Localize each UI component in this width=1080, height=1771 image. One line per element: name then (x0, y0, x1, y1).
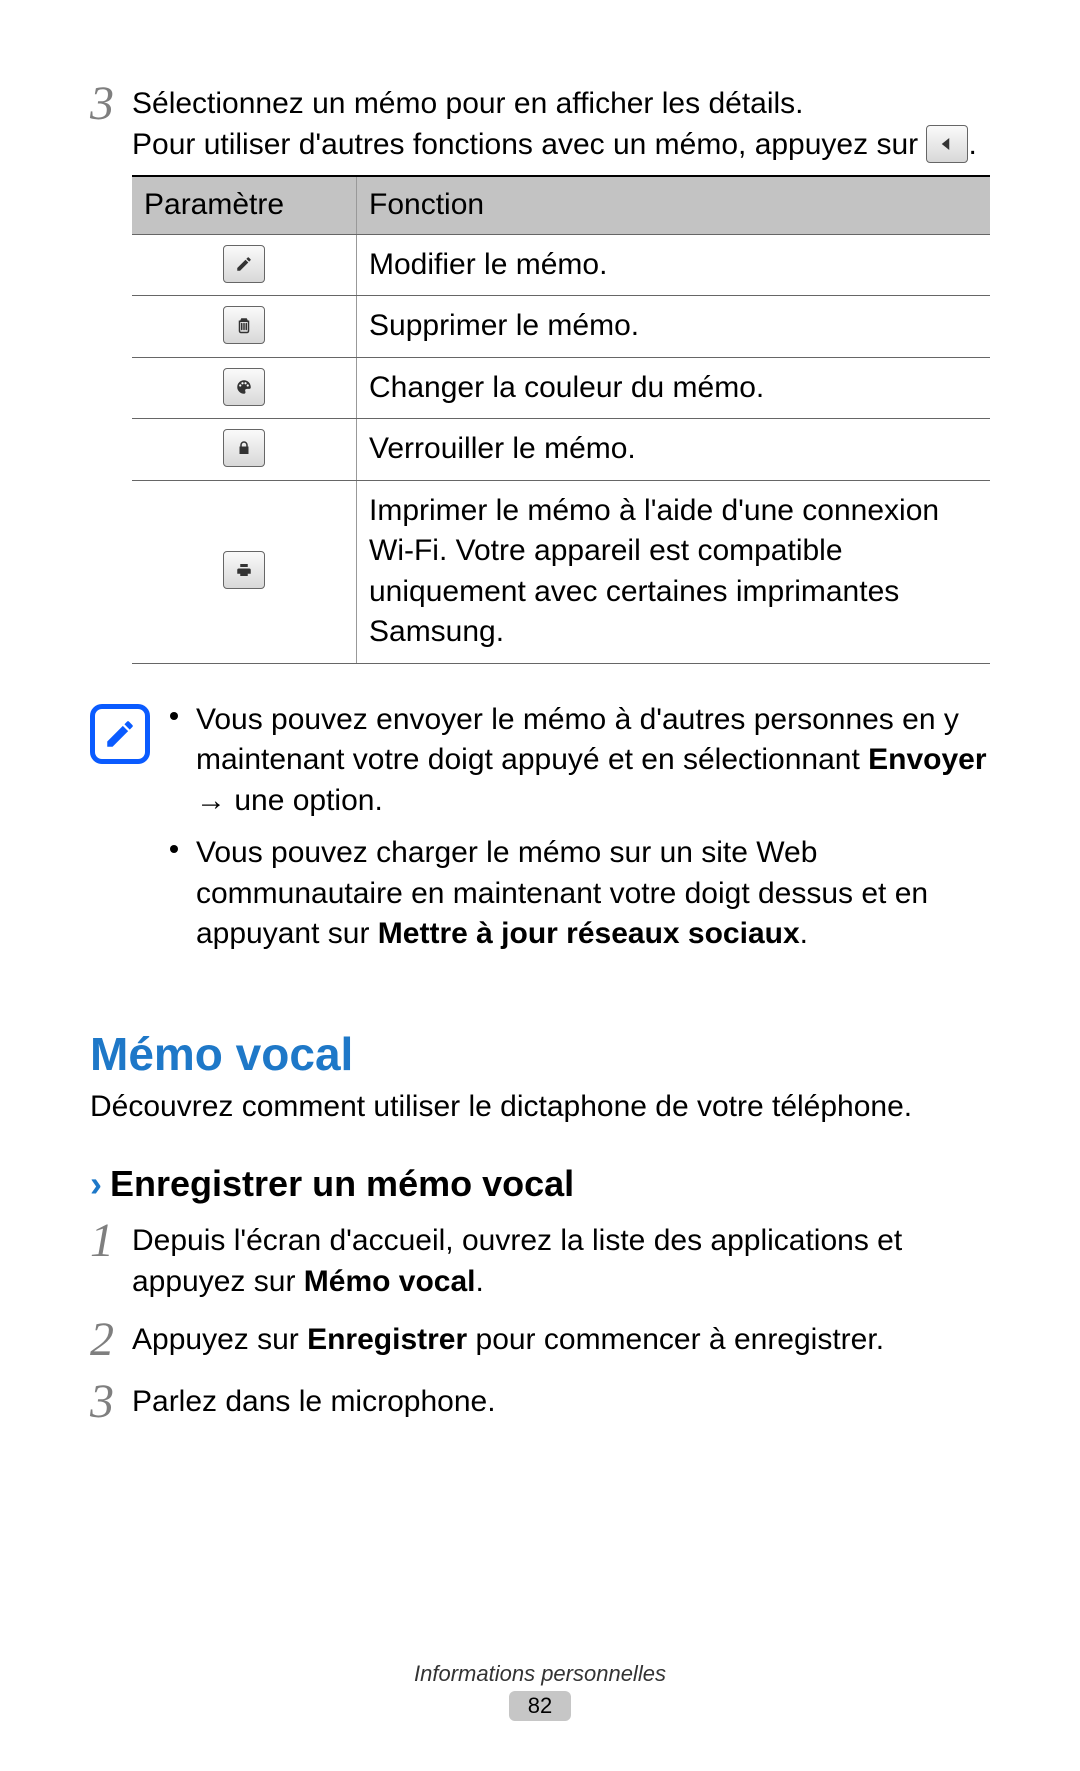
step-number: 1 (90, 1217, 132, 1265)
step-text: pour commencer à enregistrer. (467, 1323, 884, 1356)
note-text: → une option. (196, 784, 383, 817)
note-body: Vous pouvez envoyer le mémo à d'autres p… (170, 700, 990, 967)
step: 3 Parlez dans le microphone. (90, 1378, 990, 1426)
left-arrow-icon (926, 125, 968, 163)
table-header-fn: Fonction (357, 176, 991, 234)
note-bullet: Vous pouvez envoyer le mémo à d'autres p… (170, 700, 990, 822)
step-number: 3 (90, 1378, 132, 1426)
step-text: . (476, 1265, 484, 1298)
sub-heading: › Enregistrer un mémo vocal (90, 1163, 990, 1205)
step-number: 3 (90, 80, 132, 128)
parameters-table: Paramètre Fonction Modifier le mémo. (132, 175, 990, 664)
table-header-param: Paramètre (132, 176, 357, 234)
table-icon-cell (132, 357, 357, 419)
note: Vous pouvez envoyer le mémo à d'autres p… (90, 700, 990, 967)
sub-heading-title: Enregistrer un mémo vocal (110, 1163, 574, 1205)
note-text: . (800, 917, 808, 950)
table-row: Changer la couleur du mémo. (132, 357, 990, 419)
chevron-right-icon: › (90, 1166, 102, 1202)
table-fn: Supprimer le mémo. (357, 296, 991, 358)
step-text: Appuyez sur (132, 1323, 307, 1356)
table-icon-cell (132, 296, 357, 358)
step-text-line2b: . (968, 128, 976, 161)
bold-term: Enregistrer (307, 1323, 467, 1356)
table-icon-cell (132, 234, 357, 296)
table-row: Verrouiller le mémo. (132, 419, 990, 481)
bold-term: Mémo vocal (304, 1265, 476, 1298)
step-text: Depuis l'écran d'accueil, ouvrez la list… (132, 1224, 902, 1298)
step-text-line1: Sélectionnez un mémo pour en afficher le… (132, 87, 804, 120)
table-row: Modifier le mémo. (132, 234, 990, 296)
trash-icon (223, 306, 265, 344)
step-text: Parlez dans le microphone. (132, 1385, 496, 1418)
section-intro: Découvrez comment utiliser le dictaphone… (90, 1087, 990, 1128)
bullet-icon (170, 712, 178, 720)
step: 3 Sélectionnez un mémo pour en afficher … (90, 80, 990, 664)
section-heading: Mémo vocal (90, 1027, 990, 1081)
section-title: Mémo vocal (90, 1027, 353, 1081)
table-row: Imprimer le mémo à l'aide d'une connexio… (132, 480, 990, 663)
note-icon (90, 704, 150, 764)
step-body: Sélectionnez un mémo pour en afficher le… (132, 80, 990, 664)
step: 1 Depuis l'écran d'accueil, ouvrez la li… (90, 1217, 990, 1302)
bold-term: Mettre à jour réseaux sociaux (378, 917, 800, 950)
table-fn: Verrouiller le mémo. (357, 419, 991, 481)
bold-term: Envoyer (868, 743, 986, 776)
step-body: Appuyez sur Enregistrer pour commencer à… (132, 1316, 990, 1361)
page-footer: Informations personnelles 82 (0, 1661, 1080, 1721)
note-bullet: Vous pouvez charger le mémo sur un site … (170, 833, 990, 955)
step-number: 2 (90, 1316, 132, 1364)
bullet-icon (170, 845, 178, 853)
table-fn: Imprimer le mémo à l'aide d'une connexio… (357, 480, 991, 663)
table-fn: Modifier le mémo. (357, 234, 991, 296)
step: 2 Appuyez sur Enregistrer pour commencer… (90, 1316, 990, 1364)
lock-icon (223, 429, 265, 467)
table-header-row: Paramètre Fonction (132, 176, 990, 234)
table-icon-cell (132, 419, 357, 481)
step-text-line2a: Pour utiliser d'autres fonctions avec un… (132, 128, 926, 161)
table-fn: Changer la couleur du mémo. (357, 357, 991, 419)
step-body: Parlez dans le microphone. (132, 1378, 990, 1423)
table-icon-cell (132, 480, 357, 663)
step-body: Depuis l'écran d'accueil, ouvrez la list… (132, 1217, 990, 1302)
note-text: Vous pouvez envoyer le mémo à d'autres p… (196, 703, 959, 777)
page-number-badge: 82 (509, 1691, 571, 1721)
footer-category: Informations personnelles (0, 1661, 1080, 1687)
palette-icon (223, 368, 265, 406)
edit-icon (223, 245, 265, 283)
table-row: Supprimer le mémo. (132, 296, 990, 358)
printer-icon (223, 551, 265, 589)
